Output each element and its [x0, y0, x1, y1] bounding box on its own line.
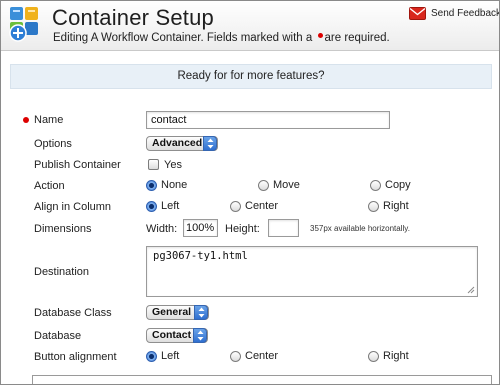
- subtitle-prefix: Editing A Workflow Container. Fields mar…: [53, 32, 313, 44]
- select-arrows-icon: [193, 328, 207, 343]
- database-selected: Contact: [152, 329, 192, 341]
- button-alignment-row: Button alignment Left Center Right: [1, 347, 499, 367]
- height-label: Height:: [225, 223, 260, 235]
- radio-icon: [368, 200, 379, 212]
- dimensions-row: Dimensions Width: Height: 357px availabl…: [1, 218, 499, 238]
- radio-selected-icon: [146, 200, 157, 212]
- radio-label: Left: [161, 200, 180, 212]
- width-label: Width:: [146, 223, 178, 235]
- align-label: Align in Column: [34, 201, 112, 213]
- radio-label: None: [161, 179, 188, 191]
- action-radio-move[interactable]: Move: [258, 179, 300, 191]
- banner-text: Ready for for more features?: [177, 70, 325, 82]
- align-radio-center[interactable]: Center: [230, 200, 278, 212]
- align-row: Align in Column Left Center Right: [1, 197, 499, 217]
- send-feedback-label: Send Feedback: [431, 7, 500, 19]
- radio-label: Move: [273, 179, 300, 191]
- height-input[interactable]: [268, 219, 299, 237]
- action-label: Action: [34, 180, 65, 192]
- publish-row: Publish Container Yes: [1, 155, 499, 175]
- header: Container Setup Editing A Workflow Conta…: [1, 1, 499, 51]
- align-radio-right[interactable]: Right: [368, 200, 409, 212]
- publish-checkbox[interactable]: [148, 159, 159, 170]
- action-radio-copy[interactable]: Copy: [370, 179, 411, 191]
- dimensions-label: Dimensions: [34, 223, 92, 235]
- radio-icon: [370, 179, 381, 191]
- options-label: Options: [34, 138, 72, 150]
- container-setup-icon: [9, 7, 38, 42]
- destination-label: Destination: [34, 266, 90, 278]
- button-alignment-label: Button alignment: [34, 351, 117, 363]
- page-title: Container Setup: [52, 5, 214, 30]
- database-class-selected: General: [152, 306, 192, 318]
- align-radio-left[interactable]: Left: [146, 200, 179, 212]
- radio-icon: [230, 350, 241, 362]
- required-dot-icon: [317, 33, 323, 38]
- options-select[interactable]: Advanced: [146, 136, 218, 151]
- select-arrows-icon: [194, 305, 208, 320]
- radio-icon: [258, 179, 269, 191]
- available-width-note: 357px available horizontally.: [310, 224, 410, 233]
- radio-selected-icon: [146, 350, 157, 362]
- button-alignment-radio-center[interactable]: Center: [230, 350, 278, 362]
- page-subtitle: Editing A Workflow Container. Fields mar…: [53, 32, 390, 44]
- radio-icon: [368, 350, 379, 362]
- publish-option-label: Yes: [164, 159, 182, 171]
- select-arrows-icon: [203, 136, 217, 151]
- radio-label: Center: [245, 200, 279, 212]
- radio-icon: [230, 200, 241, 212]
- options-selected: Advanced: [152, 137, 203, 149]
- destination-textarea[interactable]: pg3067-ty1.html: [146, 246, 478, 297]
- name-label: Name: [34, 114, 64, 126]
- required-dot-icon: [23, 117, 29, 123]
- name-row: Name: [1, 110, 499, 130]
- name-input[interactable]: [146, 111, 390, 129]
- subtitle-suffix: are required.: [324, 32, 390, 44]
- radio-label: Right: [383, 350, 409, 362]
- radio-label: Center: [245, 350, 279, 362]
- button-alignment-radio-right[interactable]: Right: [368, 350, 409, 362]
- publish-label: Publish Container: [34, 159, 121, 171]
- radio-label: Copy: [385, 179, 411, 191]
- features-banner[interactable]: Ready for for more features?: [10, 64, 492, 89]
- destination-value: pg3067-ty1.html: [153, 250, 248, 262]
- action-row: Action None Move Copy: [1, 176, 499, 196]
- button-alignment-radio-left[interactable]: Left: [146, 350, 179, 362]
- database-row: Database Contact: [1, 326, 499, 346]
- bottom-panel: [32, 375, 492, 384]
- database-class-select[interactable]: General: [146, 305, 209, 320]
- window: Container Setup Editing A Workflow Conta…: [0, 0, 500, 385]
- radio-label: Right: [383, 200, 409, 212]
- resize-grip-icon[interactable]: [467, 286, 475, 294]
- options-row: Options Advanced: [1, 134, 499, 154]
- database-select[interactable]: Contact: [146, 328, 208, 343]
- mail-icon: [409, 6, 426, 20]
- database-label: Database: [34, 330, 82, 342]
- database-class-row: Database Class General: [1, 303, 499, 323]
- radio-label: Left: [161, 350, 180, 362]
- radio-selected-icon: [146, 179, 157, 191]
- width-input[interactable]: [183, 219, 218, 237]
- database-class-label: Database Class: [34, 307, 112, 319]
- action-radio-none[interactable]: None: [146, 179, 187, 191]
- send-feedback-link[interactable]: Send Feedback: [409, 6, 500, 20]
